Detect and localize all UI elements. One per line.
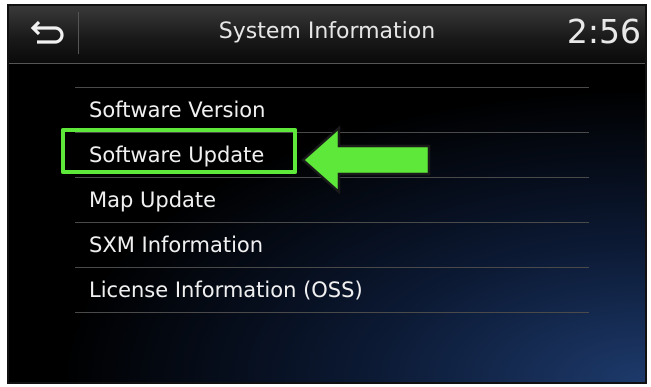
header-bar: System Information 2:56 — [9, 6, 645, 64]
content-area: Software Version Software Update Map Upd… — [9, 64, 645, 382]
menu-item-license-information[interactable]: License Information (OSS) — [75, 268, 589, 313]
back-button[interactable] — [17, 12, 79, 54]
clock: 2:56 — [566, 12, 641, 51]
green-arrow-icon — [301, 125, 431, 195]
page-title: System Information — [218, 19, 436, 44]
highlight-box — [61, 128, 297, 174]
return-arrow-icon — [30, 20, 64, 44]
menu-item-sxm-information[interactable]: SXM Information — [75, 223, 589, 268]
system-info-menu: Software Version Software Update Map Upd… — [75, 87, 589, 313]
